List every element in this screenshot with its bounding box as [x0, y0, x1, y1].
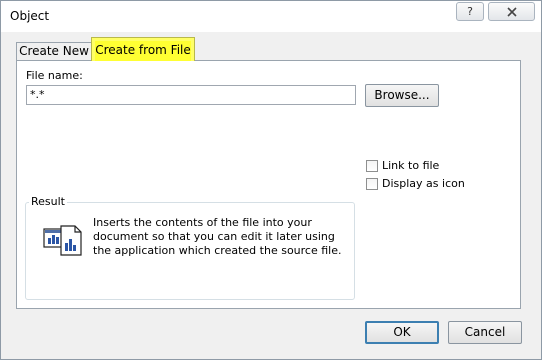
tab-create-from-file[interactable]: Create from File — [91, 37, 195, 61]
link-to-file-label[interactable]: Link to file — [382, 159, 439, 172]
tab-create-from-file-highlight: Create from File — [95, 41, 191, 61]
cancel-button[interactable]: Cancel — [448, 321, 522, 344]
title-bar: Object ? — [1, 1, 541, 32]
display-as-icon-checkbox[interactable] — [366, 178, 378, 190]
ok-button[interactable]: OK — [365, 321, 439, 344]
tab-create-from-file-label: Create from File — [95, 43, 191, 57]
display-as-icon-label[interactable]: Display as icon — [382, 177, 465, 190]
file-name-input[interactable]: *.* — [26, 85, 356, 105]
browse-button[interactable]: Browse... — [365, 84, 439, 107]
help-icon: ? — [467, 5, 473, 18]
close-icon — [506, 6, 517, 17]
result-description: Inserts the contents of the file into yo… — [93, 216, 342, 257]
tab-create-new-label: Create New — [19, 44, 89, 58]
embed-document-icon — [43, 223, 85, 260]
close-button[interactable] — [488, 2, 535, 21]
dialog-title: Object — [10, 9, 50, 23]
file-name-label: File name: — [26, 69, 83, 82]
help-button[interactable]: ? — [456, 2, 484, 21]
result-title: Result — [29, 195, 67, 208]
tab-create-new[interactable]: Create New — [16, 42, 92, 60]
link-to-file-checkbox[interactable] — [366, 160, 378, 172]
